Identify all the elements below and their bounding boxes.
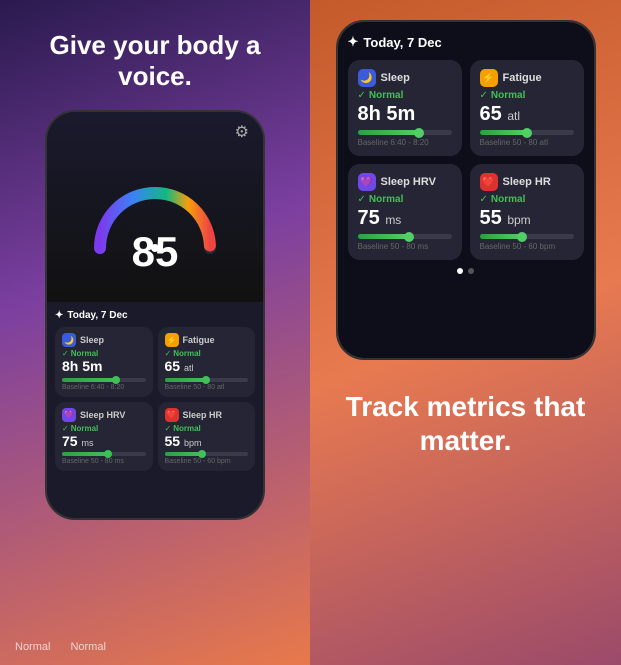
fatigue-baseline-right: Baseline 50 - 80 atl [480, 138, 574, 147]
bottom-label-2: Normal [70, 641, 105, 653]
phone-mockup-right: ✦ Today, 7 Dec 🌙 Sleep ✓ Normal 8h 5m [336, 20, 596, 360]
left-panel: Give your body a voice. ⚙ [0, 0, 310, 665]
dot-inactive [468, 268, 474, 274]
fatigue-value-right: 65 atl [480, 103, 574, 125]
metric-card-sleep-small[interactable]: 🌙 Sleep ✓ Normal 8h 5m Baseline 6:40 - [55, 327, 153, 396]
right-today-header: ✦ Today, 7 Dec [348, 34, 584, 50]
sleep-title-right: Sleep [381, 72, 410, 84]
hr-progress-small [165, 452, 249, 456]
hr-status-right: Normal [491, 194, 525, 205]
fatigue-baseline-small: Baseline 50 - 80 atl [165, 384, 249, 391]
phone-today-section: ✦ Today, 7 Dec 🌙 Sleep ✓ Normal [47, 302, 263, 518]
hrv-baseline-right: Baseline 50 - 80 ms [358, 242, 452, 251]
sleep-status-small: Normal [71, 349, 99, 358]
gear-icon[interactable]: ⚙ [235, 122, 249, 142]
hr-baseline-small: Baseline 50 - 60 bpm [165, 458, 249, 465]
dots-indicator [348, 268, 584, 274]
hr-title-small: Sleep HR [183, 410, 223, 420]
sleep-icon-small: 🌙 [62, 333, 76, 347]
fatigue-value-small: 65 atl [165, 359, 249, 374]
hrv-check-small: ✓ [62, 424, 69, 433]
hr-status-small: Normal [173, 424, 201, 433]
metric-card-fatigue-right[interactable]: ⚡ Fatigue ✓ Normal 65 atl Baseline 50 - … [470, 60, 584, 156]
gauge-area: ⚙ [47, 112, 263, 302]
hrv-progress-right [358, 234, 452, 239]
metric-card-hr-small[interactable]: ❤️ Sleep HR ✓ Normal 55 bpm Baseline 50 [158, 402, 256, 471]
hrv-progress-small [62, 452, 146, 456]
star-icon-left: ✦ [55, 310, 63, 321]
dot-active [457, 268, 463, 274]
hr-check-right: ✓ [480, 194, 488, 205]
hrv-status-small: Normal [71, 424, 99, 433]
hr-icon-right: ❤️ [480, 173, 498, 191]
hrv-status-right: Normal [369, 194, 403, 205]
track-metrics-text: Track metrics that matter. [310, 390, 621, 457]
hrv-icon-right: 💜 [358, 173, 376, 191]
hrv-title-small: Sleep HRV [80, 410, 125, 420]
metric-card-hrv-right[interactable]: 💜 Sleep HRV ✓ Normal 75 ms Baseline 50 -… [348, 164, 462, 260]
hr-value-small: 55 bpm [165, 434, 249, 449]
hr-icon-small: ❤️ [165, 408, 179, 422]
hero-text: Give your body a voice. [0, 30, 310, 92]
metric-card-fatigue-small[interactable]: ⚡ Fatigue ✓ Normal 65 atl Baseline 50 - [158, 327, 256, 396]
today-header-small: ✦ Today, 7 Dec [55, 310, 255, 321]
sleep-baseline-right: Baseline 6:40 - 8:20 [358, 138, 452, 147]
fatigue-icon-right: ⚡ [480, 69, 498, 87]
metric-card-hrv-small[interactable]: 💜 Sleep HRV ✓ Normal 75 ms Baseline 50 [55, 402, 153, 471]
metric-card-sleep-right[interactable]: 🌙 Sleep ✓ Normal 8h 5m Baseline 6:40 - 8… [348, 60, 462, 156]
left-bottom-labels: Normal Normal [15, 641, 106, 653]
fatigue-progress-small [165, 378, 249, 382]
metrics-grid-small: 🌙 Sleep ✓ Normal 8h 5m Baseline 6:40 - [55, 327, 255, 471]
fatigue-status-right: Normal [491, 90, 525, 101]
hrv-value-right: 75 ms [358, 207, 452, 229]
metric-card-hr-right[interactable]: ❤️ Sleep HR ✓ Normal 55 bpm Baseline 50 … [470, 164, 584, 260]
fatigue-title-right: Fatigue [503, 72, 542, 84]
phone-mockup-left: ⚙ [45, 110, 265, 520]
hrv-icon-small: 💜 [62, 408, 76, 422]
fatigue-status-small: Normal [173, 349, 201, 358]
sleep-progress-right [358, 130, 452, 135]
score-display: 85 [132, 228, 179, 276]
sleep-status-right: Normal [369, 90, 403, 101]
sleep-baseline-small: Baseline 6:40 - 8:20 [62, 384, 146, 391]
sleep-value-right: 8h 5m [358, 103, 452, 125]
sleep-check-small: ✓ [62, 349, 69, 358]
sleep-title-small: Sleep [80, 335, 104, 345]
hr-progress-right [480, 234, 574, 239]
right-star-icon: ✦ [348, 34, 359, 50]
hrv-check-right: ✓ [358, 194, 366, 205]
hrv-title-right: Sleep HRV [381, 176, 436, 188]
sleep-check-right: ✓ [358, 90, 366, 101]
sleep-icon-right: 🌙 [358, 69, 376, 87]
hrv-baseline-small: Baseline 50 - 80 ms [62, 458, 146, 465]
hr-title-right: Sleep HR [503, 176, 551, 188]
metrics-grid-right: 🌙 Sleep ✓ Normal 8h 5m Baseline 6:40 - 8… [348, 60, 584, 260]
sleep-value-small: 8h 5m [62, 359, 146, 374]
fatigue-icon-small: ⚡ [165, 333, 179, 347]
fatigue-title-small: Fatigue [183, 335, 215, 345]
hr-value-right: 55 bpm [480, 207, 574, 229]
fatigue-check-small: ✓ [165, 349, 172, 358]
right-panel: ✦ Today, 7 Dec 🌙 Sleep ✓ Normal 8h 5m [310, 0, 621, 665]
sleep-progress-small [62, 378, 146, 382]
hrv-value-small: 75 ms [62, 434, 146, 449]
fatigue-check-right: ✓ [480, 90, 488, 101]
fatigue-progress-right [480, 130, 574, 135]
bottom-label-1: Normal [15, 641, 50, 653]
hr-check-small: ✓ [165, 424, 172, 433]
hr-baseline-right: Baseline 50 - 60 bpm [480, 242, 574, 251]
